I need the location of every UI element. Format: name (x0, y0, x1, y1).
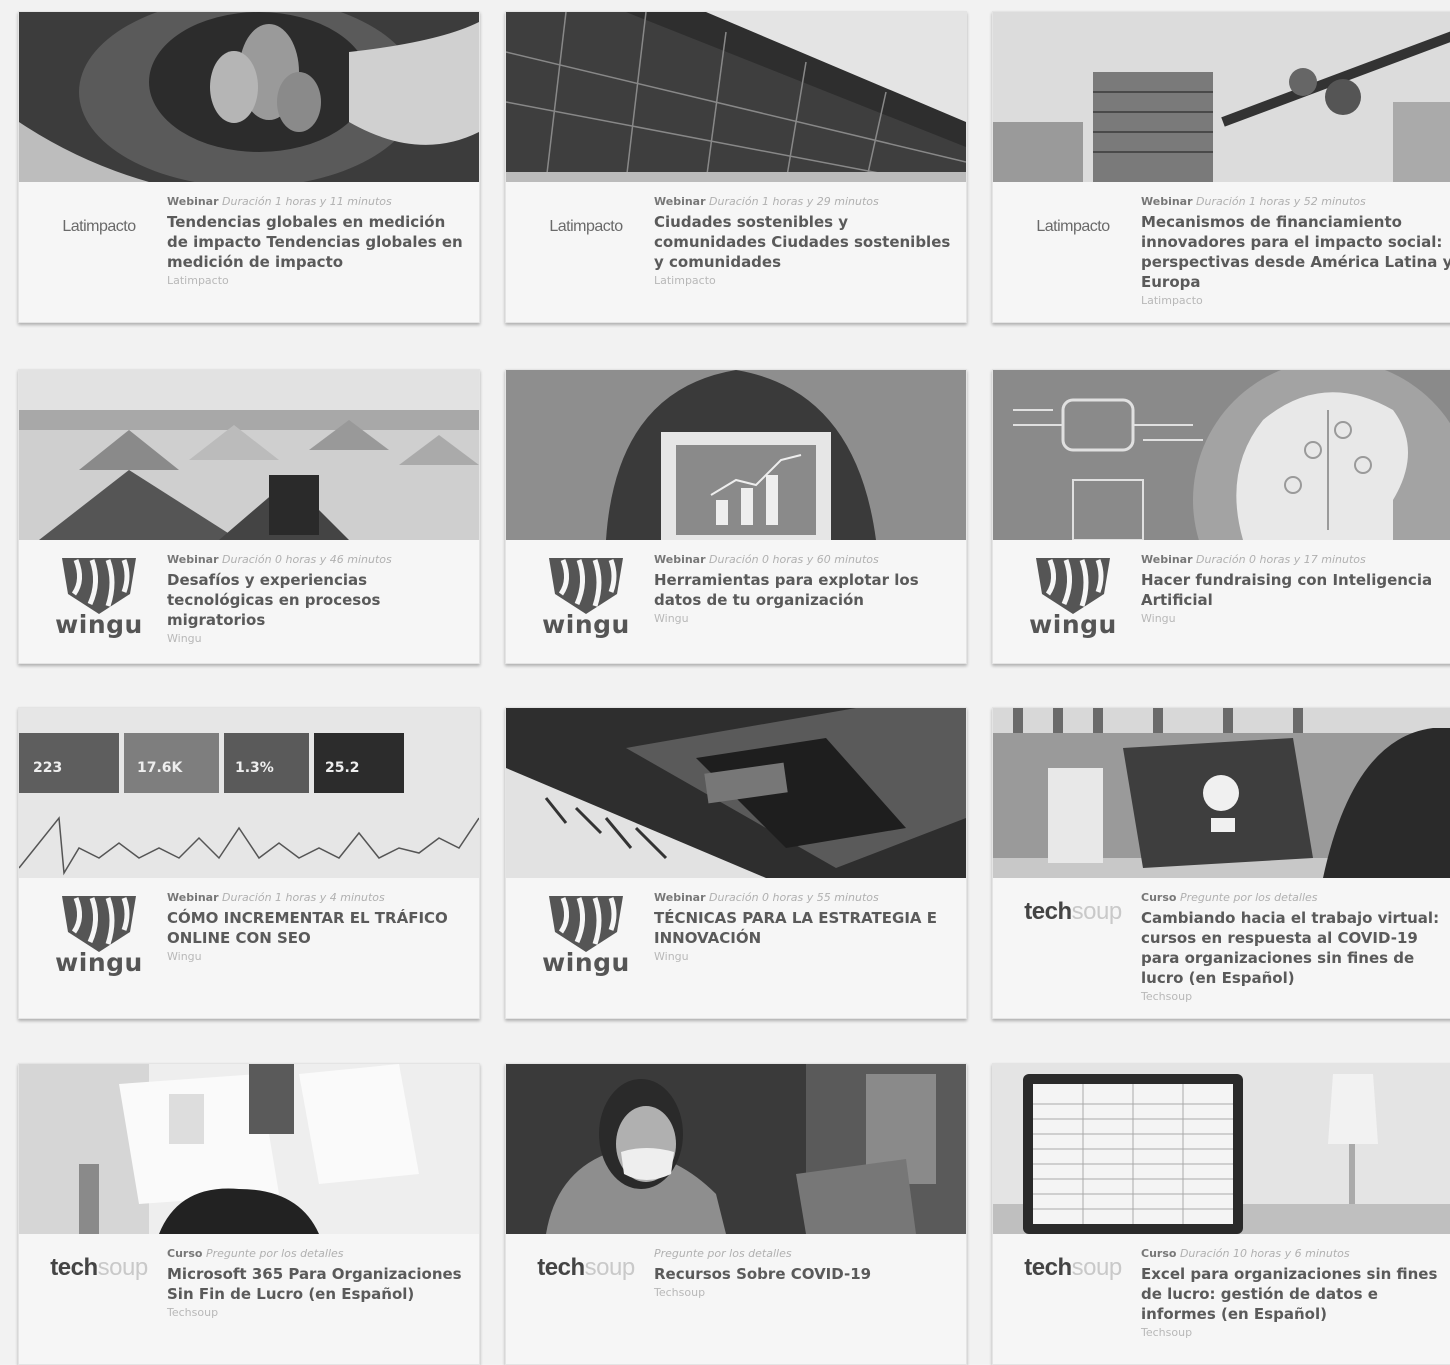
card-title[interactable]: Microsoft 365 Para Organizaciones Sin Fi… (167, 1264, 471, 1304)
card-image[interactable] (506, 708, 966, 878)
card-org: Wingu (167, 632, 202, 645)
course-card[interactable]: techsoup Pregunte por los detalles Recur… (505, 1063, 967, 1365)
card-meta: Webinar Duración 0 horas y 46 minutos (167, 552, 471, 567)
card-type: Webinar (1141, 195, 1193, 208)
card-type: Curso (1141, 1247, 1177, 1260)
card-org: Wingu (167, 950, 202, 963)
card-image[interactable] (19, 12, 479, 182)
card-org: Techsoup (654, 1286, 706, 1299)
card-meta: Webinar Duración 1 horas y 29 minutos (654, 194, 958, 209)
card-duration: Duración 1 horas y 4 minutos (222, 891, 385, 904)
card-title[interactable]: Excel para organizaciones sin fines de l… (1141, 1264, 1450, 1324)
card-image[interactable] (993, 370, 1450, 540)
course-card[interactable]: techsoup Curso Pregunte por los detalles… (992, 707, 1450, 1019)
wingu-logo: wingu (1003, 554, 1143, 663)
course-card[interactable]: wingu Webinar Duración 0 horas y 46 minu… (18, 369, 480, 664)
card-image[interactable] (506, 1064, 966, 1234)
card-type: Webinar (1141, 553, 1193, 566)
card-duration: Duración 0 horas y 17 minutos (1196, 553, 1366, 566)
card-meta: Webinar Duración 1 horas y 52 minutos (1141, 194, 1450, 209)
card-type: Webinar (654, 891, 706, 904)
card-type: Webinar (654, 195, 706, 208)
card-duration: Duración 0 horas y 46 minutos (222, 553, 392, 566)
card-meta: Webinar Duración 1 horas y 11 minutos (167, 194, 471, 209)
course-card[interactable]: wingu Webinar Duración 0 horas y 17 minu… (992, 369, 1450, 664)
course-card[interactable]: wingu Webinar Duración 0 horas y 55 minu… (505, 707, 967, 1019)
card-org: Wingu (1141, 612, 1176, 625)
card-image[interactable] (19, 370, 479, 540)
course-card[interactable]: Latimpacto Webinar Duración 1 horas y 29… (505, 11, 967, 323)
stat-value: 1.3% (235, 760, 274, 776)
course-card[interactable]: techsoup Curso Pregunte por los detalles… (18, 1063, 480, 1365)
card-meta: Webinar Duración 0 horas y 17 minutos (1141, 552, 1450, 567)
techsoup-logo: techsoup (50, 1254, 148, 1281)
stat-value: 223 (33, 760, 63, 776)
techsoup-logo: techsoup (1024, 898, 1122, 925)
latimpacto-logo: Latimpacto (549, 218, 623, 235)
card-title[interactable]: Desafíos y experiencias tecnológicas en … (167, 570, 471, 630)
card-duration: Duración 1 horas y 52 minutos (1196, 195, 1366, 208)
course-card[interactable]: 223 17.6K 1.3% 25.2 wingu Webinar Duraci… (18, 707, 480, 1019)
card-title[interactable]: TÉCNICAS PARA LA ESTRATEGIA E INNOVACIÓN (654, 908, 958, 948)
card-meta: Curso Pregunte por los detalles (167, 1246, 471, 1261)
card-image[interactable] (993, 1064, 1450, 1234)
card-image[interactable] (993, 12, 1450, 182)
course-card[interactable]: techsoup Curso Duración 10 horas y 6 min… (992, 1063, 1450, 1365)
card-duration: Pregunte por los detalles (205, 1247, 344, 1260)
card-type: Webinar (167, 891, 219, 904)
card-meta: Webinar Duración 0 horas y 60 minutos (654, 552, 958, 567)
stat-value: 17.6K (137, 760, 183, 776)
card-title[interactable]: Cambiando hacia el trabajo virtual: curs… (1141, 908, 1450, 988)
wingu-logo: wingu (516, 892, 656, 1002)
card-type: Curso (1141, 891, 1177, 904)
wingu-logo: wingu (29, 892, 169, 1002)
card-meta: Curso Duración 10 horas y 6 minutos (1141, 1246, 1450, 1261)
card-title[interactable]: Hacer fundraising con Inteligencia Artif… (1141, 570, 1450, 610)
course-card[interactable]: wingu Webinar Duración 0 horas y 60 minu… (505, 369, 967, 664)
card-meta: Webinar Duración 0 horas y 55 minutos (654, 890, 958, 905)
card-title[interactable]: Recursos Sobre COVID-19 (654, 1264, 958, 1284)
card-image[interactable] (993, 708, 1450, 878)
card-image[interactable] (506, 370, 966, 540)
card-duration: Duración 0 horas y 60 minutos (709, 553, 879, 566)
wingu-logo: wingu (516, 554, 656, 663)
card-duration: Duración 1 horas y 29 minutos (709, 195, 879, 208)
card-title[interactable]: CÓMO INCREMENTAR EL TRÁFICO ONLINE CON S… (167, 908, 471, 948)
card-title[interactable]: Herramientas para explotar los datos de … (654, 570, 958, 610)
card-title[interactable]: Ciudades sostenibles y comunidades Ciuda… (654, 212, 958, 272)
card-image[interactable] (506, 12, 966, 182)
card-type: Curso (167, 1247, 203, 1260)
card-image[interactable]: 223 17.6K 1.3% 25.2 (19, 708, 479, 878)
card-org: Latimpacto (654, 274, 716, 287)
stat-value: 25.2 (325, 760, 360, 776)
card-type: Webinar (167, 195, 219, 208)
card-title[interactable]: Tendencias globales en medición de impac… (167, 212, 471, 272)
card-org: Techsoup (1141, 1326, 1193, 1339)
card-org: Wingu (654, 950, 689, 963)
techsoup-logo: techsoup (1024, 1254, 1122, 1281)
card-meta: Webinar Duración 1 horas y 4 minutos (167, 890, 471, 905)
card-org: Techsoup (1141, 990, 1193, 1003)
card-type: Webinar (167, 553, 219, 566)
card-org: Latimpacto (1141, 294, 1203, 307)
latimpacto-logo: Latimpacto (62, 218, 136, 235)
card-meta: Pregunte por los detalles (654, 1246, 958, 1261)
card-duration: Pregunte por los detalles (1179, 891, 1318, 904)
card-image[interactable] (19, 1064, 479, 1234)
card-duration: Duración 1 horas y 11 minutos (222, 195, 392, 208)
card-org: Techsoup (167, 1306, 219, 1319)
course-card[interactable]: Latimpacto Webinar Duración 1 horas y 11… (18, 11, 480, 323)
card-duration: Duración 10 horas y 6 minutos (1179, 1247, 1350, 1260)
latimpacto-logo: Latimpacto (1036, 218, 1110, 235)
card-duration: Duración 0 horas y 55 minutos (709, 891, 879, 904)
card-duration: Pregunte por los detalles (654, 1247, 792, 1260)
card-org: Latimpacto (167, 274, 229, 287)
wingu-logo: wingu (29, 554, 169, 663)
card-meta: Curso Pregunte por los detalles (1141, 890, 1450, 905)
card-type: Webinar (654, 553, 706, 566)
card-org: Wingu (654, 612, 689, 625)
card-title[interactable]: Mecanismos de financiamiento innovadores… (1141, 212, 1450, 292)
course-card[interactable]: Latimpacto Webinar Duración 1 horas y 52… (992, 11, 1450, 323)
techsoup-logo: techsoup (537, 1254, 635, 1281)
